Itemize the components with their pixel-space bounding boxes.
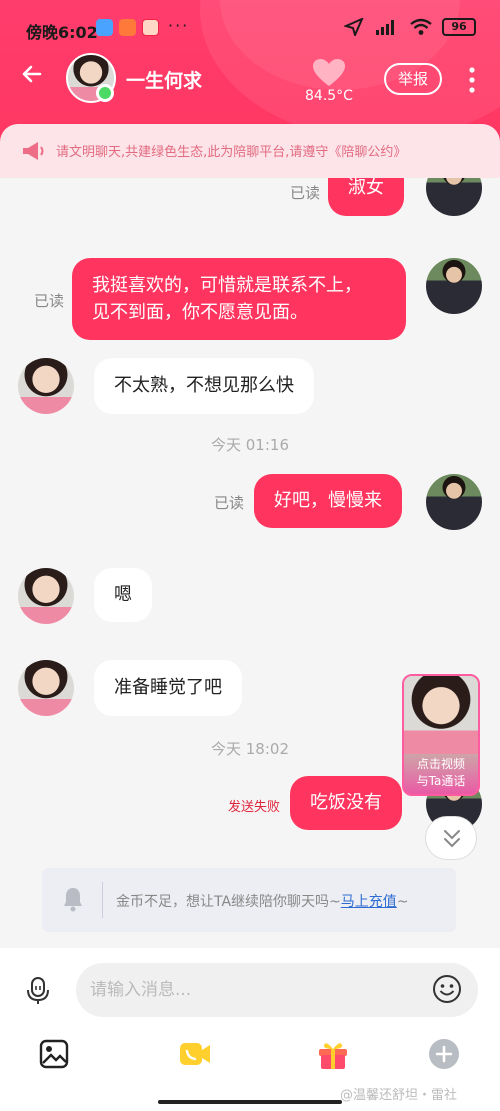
message-bubble-outgoing[interactable]: 好吧，慢慢来 (254, 474, 402, 528)
heart-icon (313, 59, 345, 86)
plus-icon[interactable] (428, 1038, 460, 1070)
contact-avatar[interactable] (18, 660, 74, 716)
read-receipt: 已读 (34, 292, 65, 310)
coin-message-tail: ~ (396, 894, 409, 910)
video-call-icon[interactable] (178, 1038, 212, 1070)
message-list[interactable]: 已读 淑女 已读 我挺喜欢的，可惜就是联系不上， 见不到面，你不愿意见面。 不太… (0, 178, 500, 948)
intimacy-temperature: 84.5°C (305, 88, 353, 104)
message-line: 我挺喜欢的，可惜就是联系不上， (92, 275, 362, 296)
status-right: 96 (344, 18, 476, 36)
home-indicator[interactable] (158, 1100, 342, 1104)
message-bubble-outgoing[interactable]: 我挺喜欢的，可惜就是联系不上， 见不到面，你不愿意见面。 (72, 258, 406, 340)
image-icon[interactable] (38, 1038, 70, 1070)
video-call-line: 与Ta通话 (416, 774, 466, 788)
read-receipt: 已读 (290, 184, 321, 202)
chat-header: 傍晚6:02 ··· 96 一生何求 84.5°C 举报 请文明聊天,共建绿色生… (0, 0, 500, 178)
more-notifications: ··· (168, 16, 190, 35)
scroll-to-bottom-button[interactable] (425, 816, 477, 860)
online-indicator-icon (96, 84, 114, 102)
message-bubble-outgoing[interactable]: 淑女 (328, 178, 404, 216)
more-vertical-icon[interactable] (466, 65, 478, 95)
contact-avatar[interactable] (18, 568, 74, 624)
recharge-link[interactable]: 马上充值 (341, 894, 397, 910)
emoji-icon[interactable] (432, 974, 462, 1004)
wifi-icon (410, 18, 432, 35)
signal-icon (376, 20, 394, 35)
message-input[interactable]: 请输入消息... (76, 963, 478, 1017)
notice-bar: 请文明聊天,共建绿色生态,此为陪聊平台,请遵守《陪聊公约》 (0, 124, 500, 178)
top-bar: 一生何求 84.5°C 举报 (0, 50, 500, 120)
video-preview-image (404, 676, 478, 754)
coin-message: 金币不足，想让TA继续陪你聊天吗~马上充值~ (116, 891, 409, 911)
read-receipt: 已读 (214, 494, 245, 512)
my-avatar[interactable] (426, 474, 482, 530)
status-time: 傍晚6:02 (26, 23, 98, 42)
message-line: 见不到面，你不愿意见面。 (92, 302, 308, 323)
app-notification-icon (142, 19, 159, 36)
app-notification-icon (96, 19, 113, 36)
send-failed-label[interactable]: 发送失败 (228, 796, 280, 815)
contact-name[interactable]: 一生何求 (126, 66, 202, 93)
message-bubble-incoming[interactable]: 准备睡觉了吧 (94, 660, 242, 716)
bell-icon (64, 888, 82, 912)
coin-insufficient-banner: 金币不足，想让TA继续陪你聊天吗~马上充值~ (42, 868, 456, 932)
report-button[interactable]: 举报 (384, 63, 442, 95)
location-icon (344, 18, 364, 36)
video-call-card[interactable]: 点击视频 与Ta通话 (402, 674, 480, 796)
video-call-line: 点击视频 (416, 757, 465, 771)
message-bubble-outgoing[interactable]: 吃饭没有 (290, 776, 402, 830)
my-avatar[interactable] (426, 258, 482, 314)
back-arrow-icon[interactable] (20, 62, 50, 92)
contact-avatar[interactable] (18, 358, 74, 414)
input-bar: 请输入消息... @温馨还舒坦・雷社 (0, 948, 500, 1111)
notice-text: 请文明聊天,共建绿色生态,此为陪聊平台,请遵守《陪聊公约》 (56, 145, 407, 160)
my-avatar[interactable] (426, 178, 482, 216)
watermark: @温馨还舒坦・雷社 (340, 1088, 458, 1103)
battery-icon: 96 (442, 18, 476, 36)
gift-icon[interactable] (316, 1038, 350, 1070)
megaphone-icon (23, 142, 44, 160)
message-timestamp: 今天 01:16 (211, 436, 289, 454)
notification-icons (96, 19, 159, 36)
video-call-text: 点击视频 与Ta通话 (404, 756, 478, 790)
message-bubble-incoming[interactable]: 不太熟，不想见那么快 (94, 358, 314, 414)
coin-message-text: 金币不足，想让TA继续陪你聊天吗~ (116, 894, 341, 910)
app-notification-icon (119, 19, 136, 36)
toolbar (0, 1038, 500, 1078)
message-bubble-incoming[interactable]: 嗯 (94, 568, 152, 622)
divider (102, 882, 103, 918)
double-chevron-down-icon (444, 830, 460, 848)
voice-input-icon[interactable] (24, 976, 52, 1006)
